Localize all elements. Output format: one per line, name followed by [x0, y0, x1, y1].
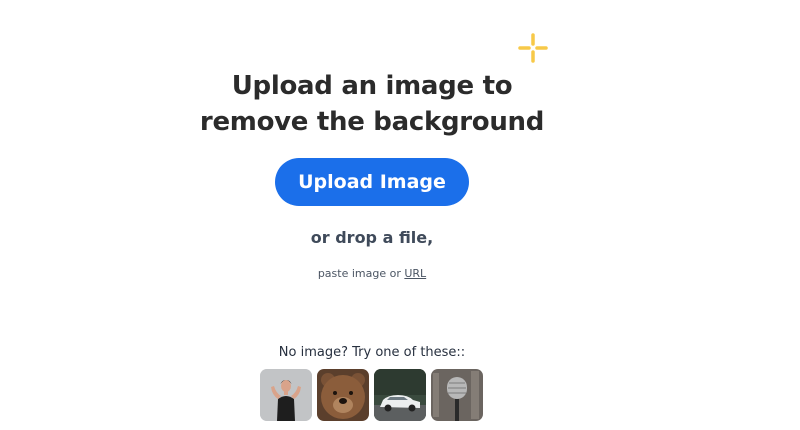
- url-link[interactable]: URL: [404, 267, 426, 280]
- samples-label: No image? Try one of these::: [278, 345, 466, 360]
- sample-thumb-woman[interactable]: [260, 369, 312, 421]
- sparkle-icon: [518, 33, 548, 63]
- upload-image-button[interactable]: Upload Image: [275, 158, 469, 206]
- woman-photo-icon: [260, 369, 312, 421]
- page-title: Upload an image to remove the background: [172, 68, 572, 140]
- bear-photo-icon: [317, 369, 369, 421]
- sample-thumb-bear[interactable]: [317, 369, 369, 421]
- paste-hint: paste image or URL: [272, 267, 472, 280]
- drop-file-text: or drop a file,: [310, 228, 434, 247]
- microphone-photo-icon: [431, 369, 483, 421]
- sample-thumbnails: [260, 369, 483, 423]
- headline-line-2: remove the background: [199, 107, 545, 137]
- sample-thumb-microphone[interactable]: [431, 369, 483, 421]
- headline-line-1: Upload an image to: [231, 71, 513, 101]
- sample-thumb-car[interactable]: [374, 369, 426, 421]
- car-photo-icon: [374, 369, 426, 421]
- paste-hint-text: paste image or: [317, 267, 405, 280]
